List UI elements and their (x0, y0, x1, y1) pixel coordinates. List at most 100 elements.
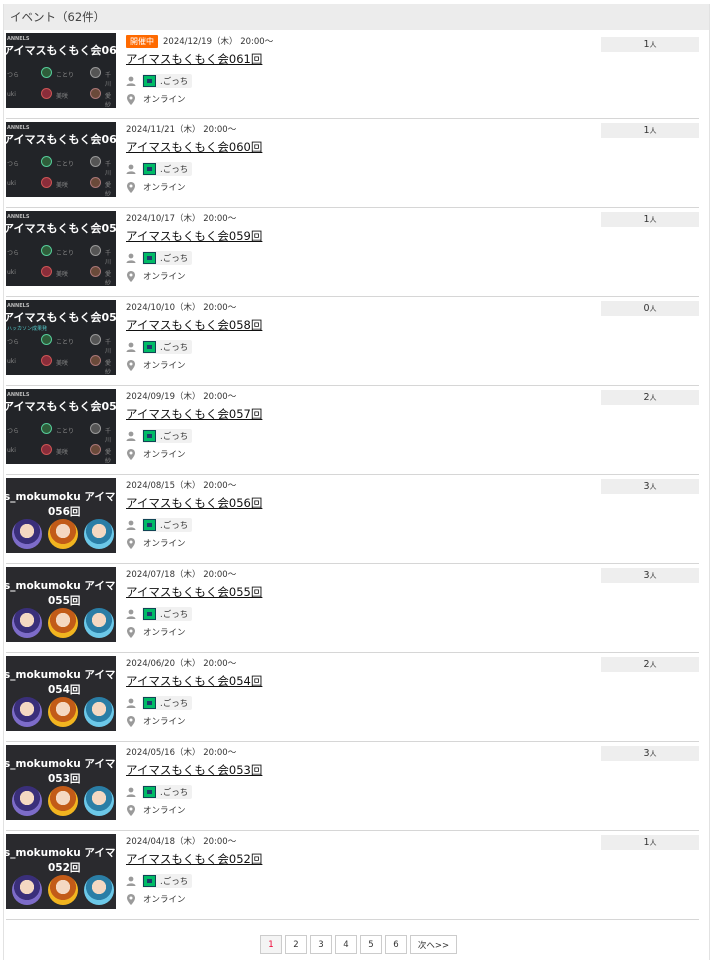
event-location: オンライン (143, 183, 186, 193)
event-thumbnail[interactable]: s_mokumoku アイマスも 052回 (6, 834, 116, 909)
participant-count-unit: 人 (649, 839, 657, 847)
event-thumbnail[interactable]: ANNELSアイマスもくもく会057回つらことり千川uki美咲愛紗 (6, 389, 116, 464)
thumb-avatar (41, 67, 52, 78)
event-title-link[interactable]: アイマスもくもく会061回 (126, 51, 262, 67)
event-thumbnail[interactable]: s_mokumoku アイマスも 055回 (6, 567, 116, 642)
event-dateline: 2024/04/18（木） 20:00～ (126, 834, 586, 848)
thumb-name-label: 千川 (105, 339, 112, 355)
participant-count-unit: 人 (649, 305, 657, 313)
panel-header: イベント（62件） (4, 4, 709, 30)
organizer-chip[interactable]: .ごっち (142, 696, 193, 710)
organizer-chip[interactable]: .ごっち (142, 518, 193, 532)
event-title-link[interactable]: アイマスもくもく会052回 (126, 851, 262, 867)
event-thumbnail[interactable]: s_mokumoku アイマスも 054回 (6, 656, 116, 731)
user-icon (126, 609, 136, 619)
event-content: 2024/10/10（木） 20:00～ アイマスもくもく会058回 .ごっち (126, 300, 586, 371)
organizer-avatar (143, 75, 156, 87)
thumb-avatar (90, 156, 101, 167)
page-button-5[interactable]: 5 (360, 935, 382, 954)
participant-count: 1人 (601, 212, 699, 227)
event-content: 2024/10/17（木） 20:00～ アイマスもくもく会059回 .ごっち (126, 211, 586, 282)
event-title-link[interactable]: アイマスもくもく会057回 (126, 406, 262, 422)
map-pin-icon (127, 537, 135, 549)
event-thumbnail[interactable]: ANNELSアイマスもくもく会058回ハッカソン成果発つらことり千川uki美咲愛… (6, 300, 116, 375)
thumb-character-avatar (48, 875, 78, 905)
event-row: s_mokumoku アイマスも 053回 2024/05/16（木） 20:00… (6, 742, 699, 831)
event-date: 2024/11/21（木） 20:00～ (126, 125, 237, 135)
organizer-chip[interactable]: .ごっち (142, 340, 193, 354)
participant-count: 1人 (601, 37, 699, 52)
map-pin-icon (127, 359, 135, 371)
event-content: 開催中 2024/12/19（木） 20:00～ アイマスもくもく会061回 .… (126, 34, 586, 105)
organizer-chip[interactable]: .ごっち (142, 785, 193, 799)
event-thumbnail[interactable]: s_mokumoku アイマスも 053回 (6, 745, 116, 820)
thumb-number: 055回 (48, 595, 81, 607)
thumb-avatar (90, 88, 101, 99)
organizer-chip[interactable]: .ごっち (142, 251, 193, 265)
organizer-chip[interactable]: .ごっち (142, 607, 193, 621)
page-button-2[interactable]: 2 (285, 935, 307, 954)
organizer-name: .ごっち (160, 521, 189, 531)
thumb-avatar (90, 266, 101, 277)
map-pin-icon (127, 893, 135, 905)
event-location: オンライン (143, 95, 186, 105)
user-icon (126, 253, 136, 263)
page-button-4[interactable]: 4 (335, 935, 357, 954)
event-date: 2024/05/16（木） 20:00～ (126, 748, 237, 758)
map-pin-icon (127, 448, 135, 460)
event-date: 2024/08/15（木） 20:00～ (126, 481, 237, 491)
panel-title: イベント（62件） (10, 10, 106, 24)
map-pin-icon (127, 804, 135, 816)
event-thumbnail[interactable]: ANNELSアイマスもくもく会059回つらことり千川uki美咲愛紗 (6, 211, 116, 286)
event-location-line: オンライン (126, 93, 586, 105)
next-page-button[interactable]: 次へ>> (410, 935, 457, 954)
event-dateline: 2024/11/21（木） 20:00～ (126, 122, 586, 136)
event-title-link[interactable]: アイマスもくもく会054回 (126, 673, 262, 689)
event-date: 2024/04/18（木） 20:00～ (126, 837, 237, 847)
thumb-character-avatar (48, 786, 78, 816)
event-title-link[interactable]: アイマスもくもく会056回 (126, 495, 262, 511)
organizer-name: .ごっち (160, 432, 189, 442)
event-row: ANNELSアイマスもくもく会057回つらことり千川uki美咲愛紗 2024/0… (6, 386, 699, 475)
thumb-character-avatar (48, 519, 78, 549)
event-title-link[interactable]: アイマスもくもく会058回 (126, 317, 262, 333)
event-title-link[interactable]: アイマスもくもく会059回 (126, 228, 262, 244)
event-organizer-line: .ごっち (126, 162, 586, 176)
event-thumbnail[interactable]: ANNELSアイマスもくもく会060回つらことり千川uki美咲愛紗 (6, 122, 116, 197)
organizer-avatar (143, 163, 156, 175)
organizer-avatar (143, 697, 156, 709)
organizer-chip[interactable]: .ごっち (142, 162, 193, 176)
user-icon (126, 698, 136, 708)
event-thumbnail[interactable]: ANNELSアイマスもくもく会061回つらことり千川uki美咲愛紗 (6, 33, 116, 108)
thumb-character-avatar (84, 875, 114, 905)
map-pin-icon (127, 270, 135, 282)
event-title-link[interactable]: アイマスもくもく会060回 (126, 139, 262, 155)
event-title-link[interactable]: アイマスもくもく会053回 (126, 762, 262, 778)
event-thumbnail[interactable]: s_mokumoku アイマスも 056回 (6, 478, 116, 553)
organizer-name: .ごっち (160, 788, 189, 798)
user-icon (126, 787, 136, 797)
event-row: ANNELSアイマスもくもく会058回ハッカソン成果発つらことり千川uki美咲愛… (6, 297, 699, 386)
event-content: 2024/07/18（木） 20:00～ アイマスもくもく会055回 .ごっち (126, 567, 586, 638)
thumb-heading: s_mokumoku アイマスも (6, 580, 116, 592)
event-row: ANNELSアイマスもくもく会060回つらことり千川uki美咲愛紗 2024/1… (6, 119, 699, 208)
thumb-name-label: ことり (56, 250, 75, 257)
page-button-1[interactable]: 1 (260, 935, 282, 954)
thumb-name-label: 愛紗 (105, 93, 112, 108)
organizer-chip[interactable]: .ごっち (142, 74, 193, 88)
event-title-link[interactable]: アイマスもくもく会055回 (126, 584, 262, 600)
event-date: 2024/06/20（木） 20:00～ (126, 659, 237, 669)
page-button-6[interactable]: 6 (385, 935, 407, 954)
event-organizer-line: .ごっち (126, 74, 586, 88)
thumb-name-label: 千川 (105, 161, 112, 177)
organizer-avatar (143, 875, 156, 887)
organizer-name: .ごっち (160, 699, 189, 709)
organizer-chip[interactable]: .ごっち (142, 874, 193, 888)
participant-count-unit: 人 (649, 41, 657, 49)
event-organizer-line: .ごっち (126, 340, 586, 354)
event-location-line: オンライン (126, 893, 586, 905)
organizer-chip[interactable]: .ごっち (142, 429, 193, 443)
event-date: 2024/10/10（木） 20:00～ (126, 303, 237, 313)
event-location-line: オンライン (126, 537, 586, 549)
page-button-3[interactable]: 3 (310, 935, 332, 954)
